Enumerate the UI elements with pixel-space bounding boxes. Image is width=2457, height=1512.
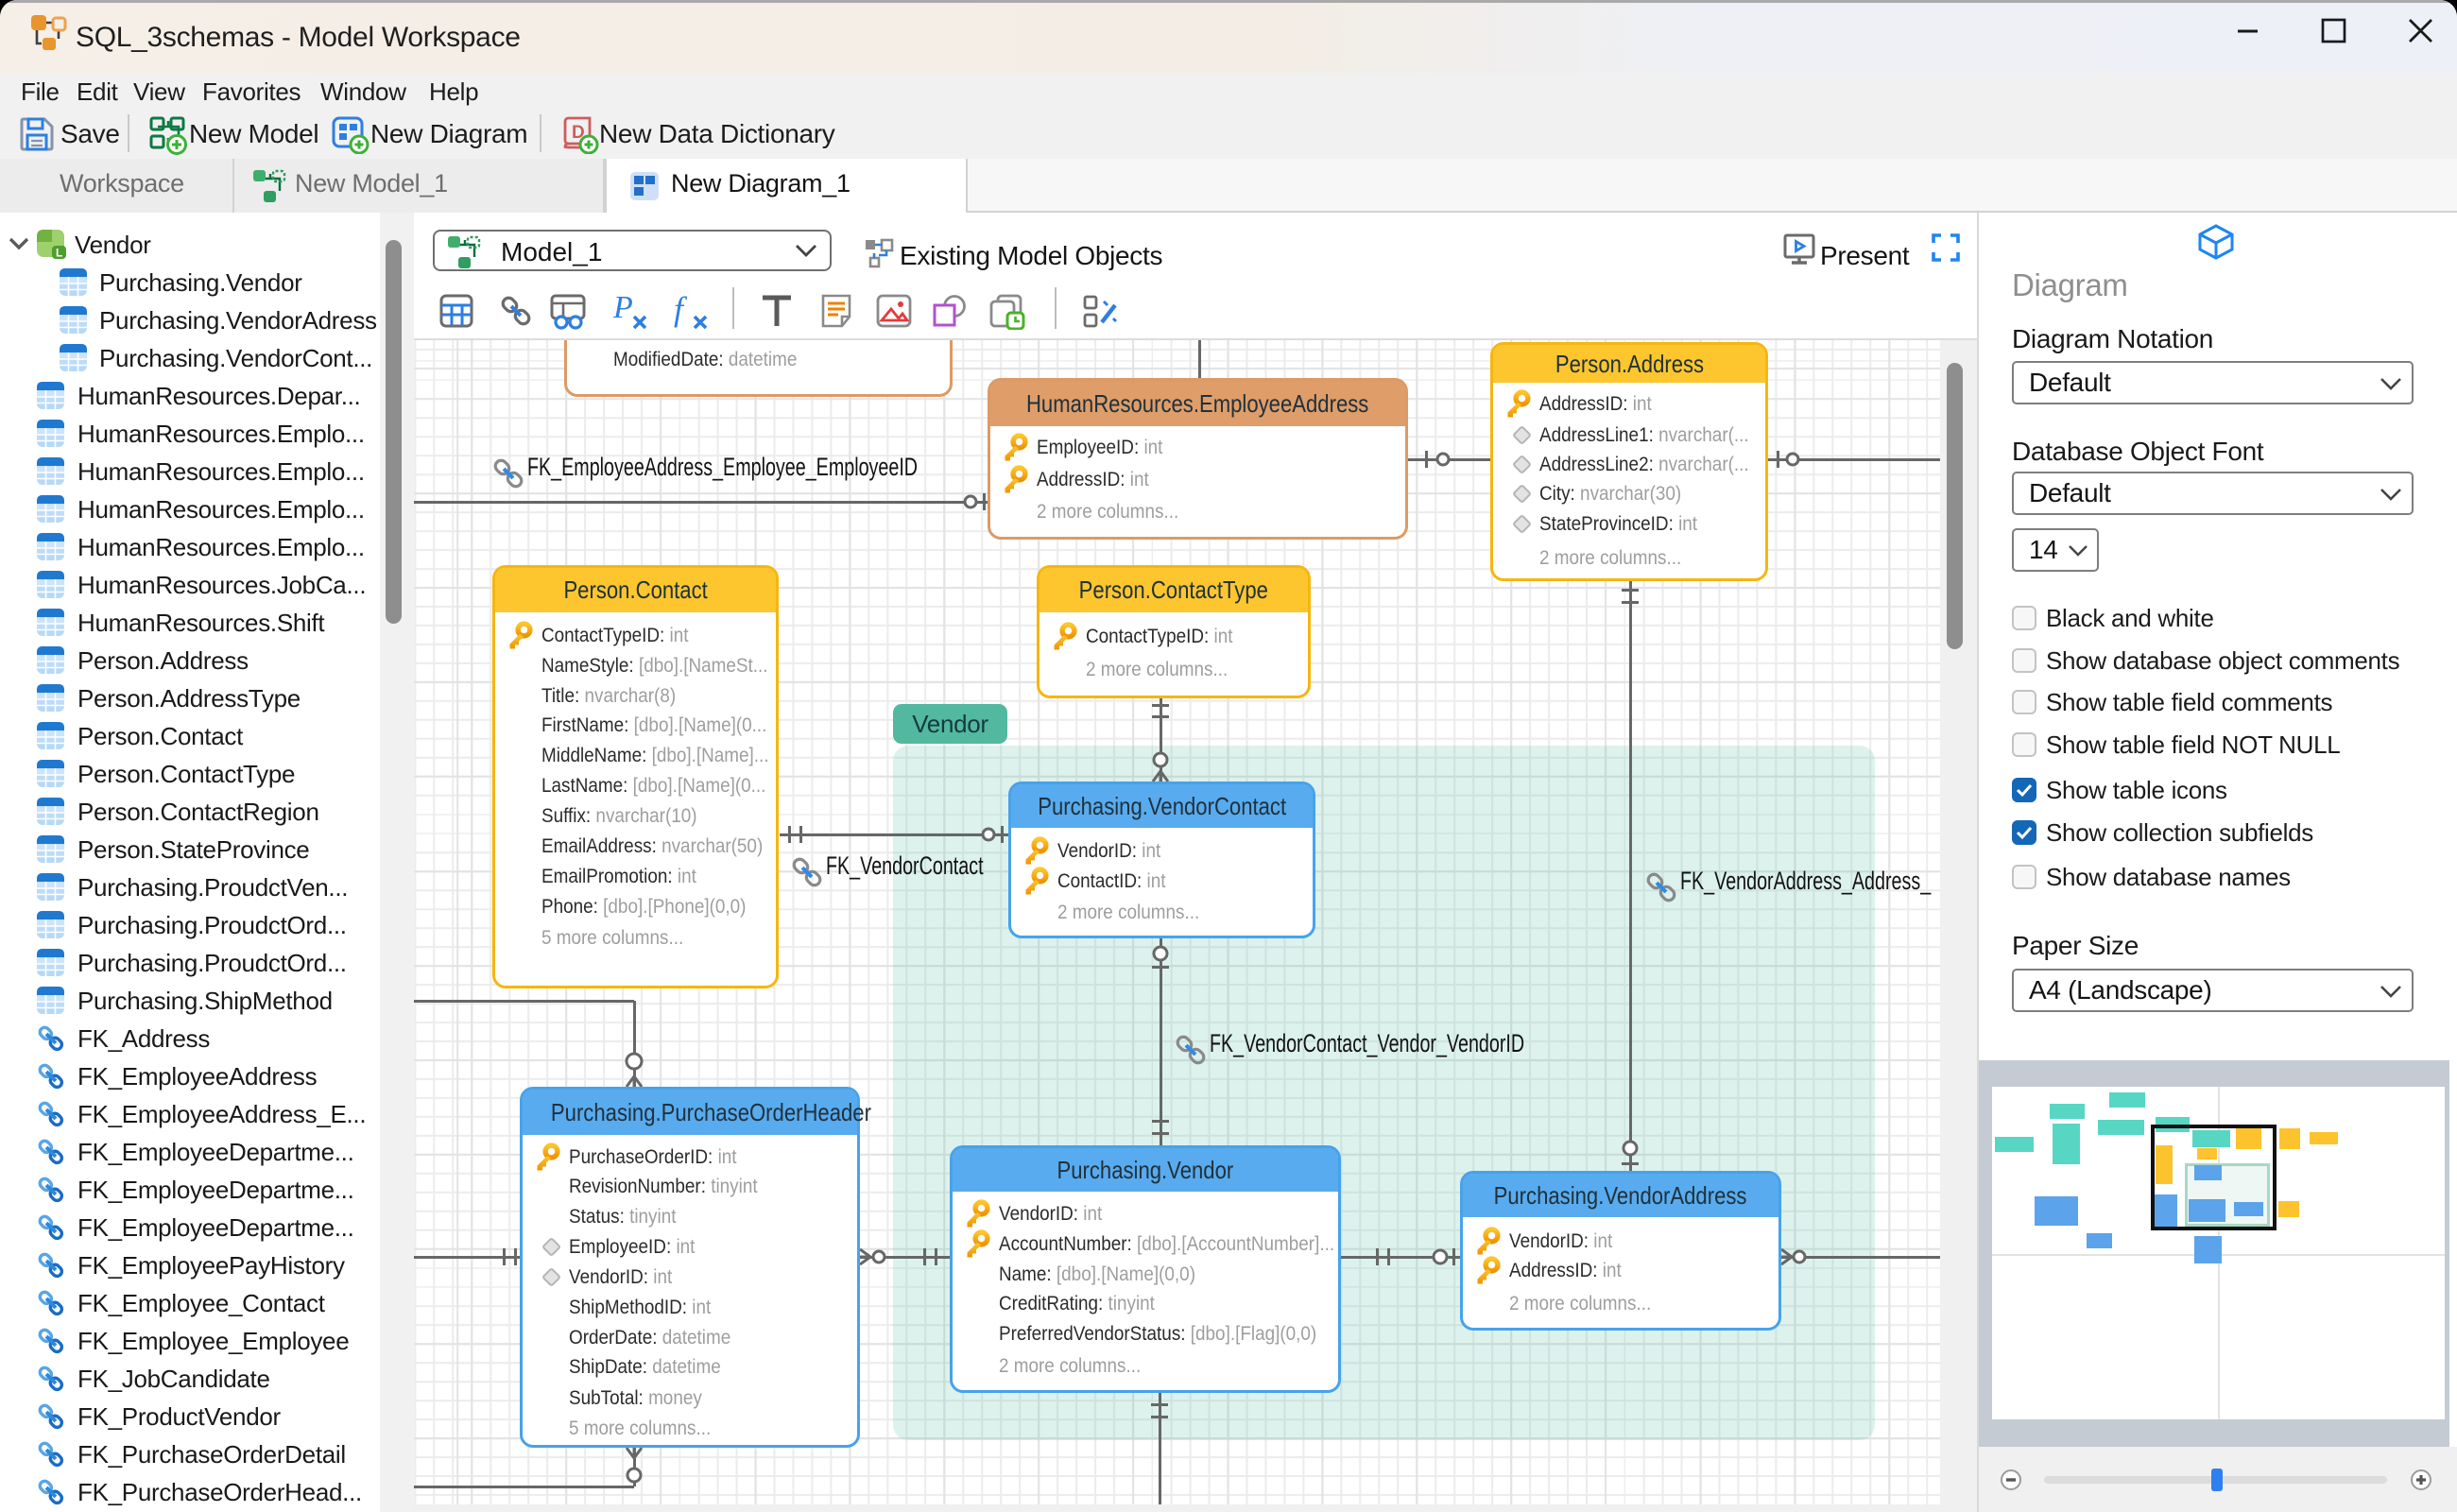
svg-text:P: P <box>613 292 633 325</box>
svg-text:f: f <box>674 292 688 328</box>
svg-text:L: L <box>56 247 62 260</box>
